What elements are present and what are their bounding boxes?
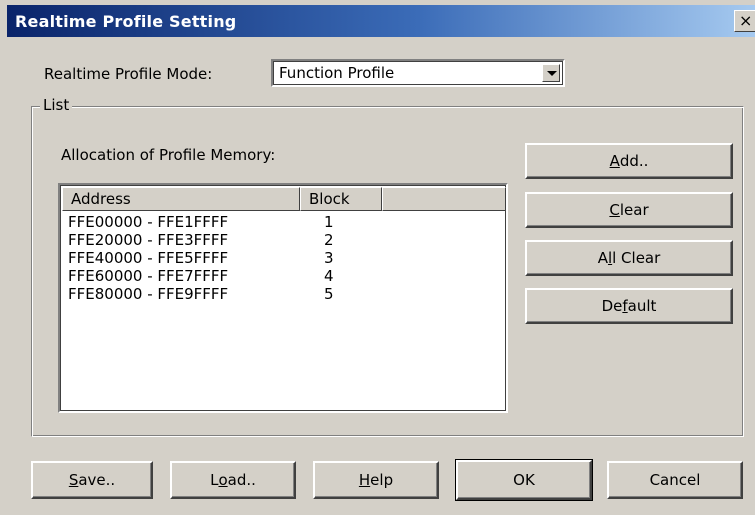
cancel-button[interactable]: Cancel bbox=[607, 461, 743, 499]
clear-label-post: lear bbox=[619, 201, 649, 219]
row-address: FFE20000 - FFE3FFFF bbox=[68, 231, 229, 249]
default-label-pre: De bbox=[601, 297, 623, 315]
save-button[interactable]: Save.. bbox=[31, 461, 153, 499]
all-clear-label-pre: A bbox=[597, 249, 608, 267]
row-block: 5 bbox=[324, 285, 334, 303]
save-mnemonic: S bbox=[68, 471, 79, 489]
list-group-legend: List bbox=[40, 96, 73, 114]
add-button[interactable]: Add.. bbox=[525, 143, 733, 179]
mode-dropdown[interactable]: Function Profile bbox=[271, 59, 565, 87]
default-button[interactable]: De f ault bbox=[525, 288, 733, 324]
load-label-post: ad.. bbox=[227, 471, 256, 489]
add-mnemonic: A bbox=[609, 152, 620, 170]
mode-label: Realtime Profile Mode: bbox=[44, 65, 213, 83]
column-header-block[interactable]: Block bbox=[300, 187, 382, 211]
column-header-empty bbox=[382, 187, 506, 211]
column-header-address[interactable]: Address bbox=[62, 187, 300, 211]
default-label-post: ault bbox=[627, 297, 657, 315]
help-mnemonic: H bbox=[358, 471, 371, 489]
row-block: 2 bbox=[324, 231, 334, 249]
load-label-pre: L bbox=[210, 471, 219, 489]
mode-selected-value: Function Profile bbox=[279, 64, 395, 82]
clear-button[interactable]: Clear bbox=[525, 192, 733, 228]
help-label-post: elp bbox=[370, 471, 394, 489]
load-mnemonic: o bbox=[218, 471, 228, 489]
all-clear-button[interactable]: All Clear bbox=[525, 240, 733, 276]
row-block: 3 bbox=[324, 249, 334, 267]
row-block: 1 bbox=[324, 213, 334, 231]
row-address: FFE40000 - FFE5FFFF bbox=[68, 249, 229, 267]
clear-mnemonic: C bbox=[609, 201, 620, 219]
chevron-down-icon[interactable] bbox=[542, 64, 560, 82]
all-clear-label-post: l Clear bbox=[612, 249, 661, 267]
list-header: Address Block bbox=[62, 187, 506, 211]
row-address: FFE80000 - FFE9FFFF bbox=[68, 285, 229, 303]
row-address: FFE00000 - FFE1FFFF bbox=[68, 213, 229, 231]
help-button[interactable]: Help bbox=[313, 461, 439, 499]
save-label-post: ave.. bbox=[78, 471, 116, 489]
ok-label: OK bbox=[513, 471, 535, 489]
window-title: Realtime Profile Setting bbox=[15, 12, 237, 31]
profile-memory-list[interactable]: Address Block FFE00000 - FFE1FFFF 1 FFE2… bbox=[58, 183, 508, 413]
row-block: 4 bbox=[324, 267, 334, 285]
cancel-label: Cancel bbox=[649, 471, 701, 489]
row-address: FFE60000 - FFE7FFFF bbox=[68, 267, 229, 285]
allocation-label: Allocation of Profile Memory: bbox=[61, 146, 276, 164]
add-label-post: dd.. bbox=[619, 152, 649, 170]
load-button[interactable]: Lo ad.. bbox=[170, 461, 296, 499]
close-icon: × bbox=[739, 11, 753, 30]
title-bar[interactable]: Realtime Profile Setting × bbox=[7, 5, 755, 37]
ok-button[interactable]: OK bbox=[455, 459, 593, 501]
close-button[interactable]: × bbox=[734, 10, 755, 32]
